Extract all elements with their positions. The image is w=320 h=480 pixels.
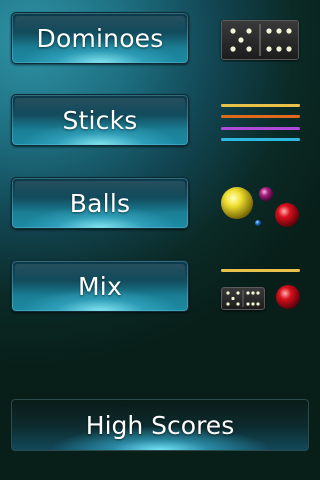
sticks-button[interactable]: Sticks [11,94,189,146]
mix-button[interactable]: Mix [11,260,189,312]
colored-sticks-icon [220,102,302,142]
high-scores-button-label: High Scores [85,410,235,440]
balls-button[interactable]: Balls [11,177,189,229]
dominoes-button-label: Dominoes [36,23,164,53]
high-scores-button[interactable]: High Scores [11,399,309,451]
mix-button-label: Mix [78,271,122,301]
mixed-items-icon [220,266,302,312]
domino-tiles-icon [221,20,299,60]
colored-balls-icon [218,183,302,229]
dominoes-button[interactable]: Dominoes [11,12,189,64]
sticks-button-label: Sticks [62,105,138,135]
balls-button-label: Balls [69,188,131,218]
